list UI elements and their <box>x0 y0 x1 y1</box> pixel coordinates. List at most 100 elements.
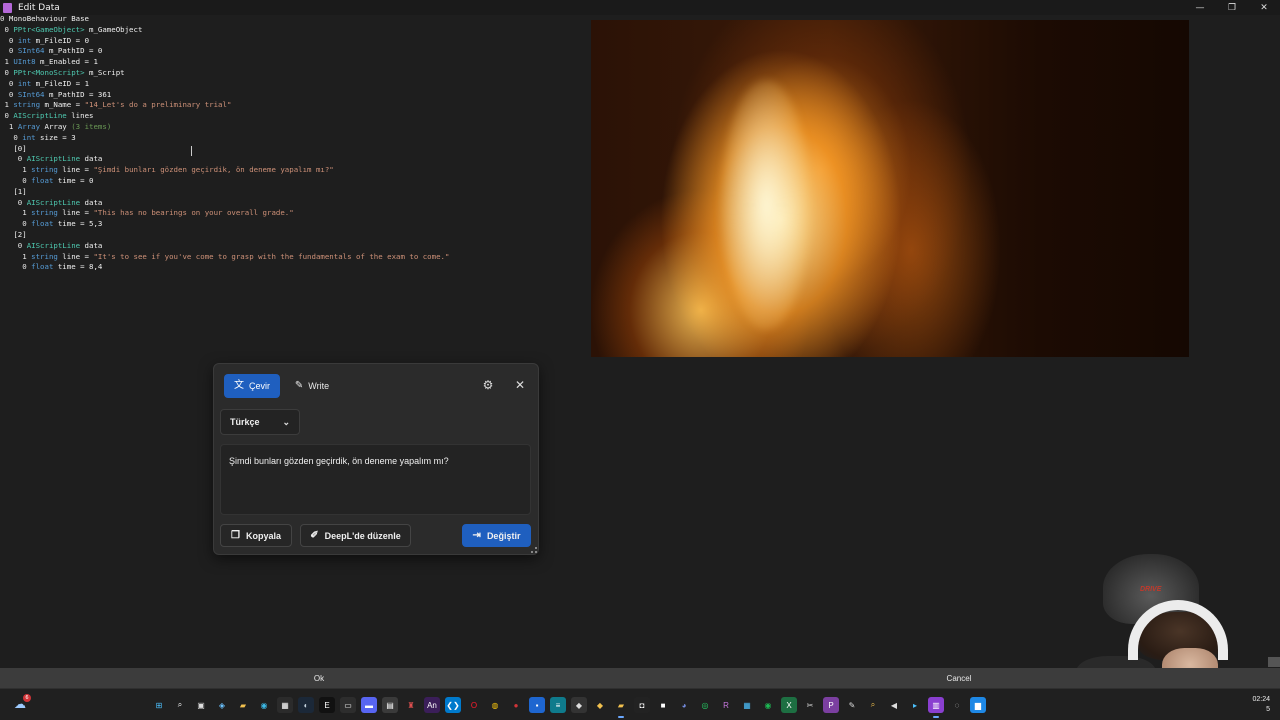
tree-row[interactable]: 0 float time = 0 <box>0 176 560 187</box>
translation-result[interactable]: Şimdi bunları gözden geçirdik, ön deneme… <box>220 444 531 515</box>
replace-button[interactable]: ⇥ Değiştir <box>462 524 531 547</box>
whatsapp-icon[interactable]: ◎ <box>697 697 713 713</box>
tree-row[interactable]: 0 AIScriptLine data <box>0 154 560 165</box>
taskbar-apps: ⊞ ⌕ ▣ ◈ ▰ ◉ ▦ ◐ E ▭ ▬ ▤ ♜ An ❮❯ O ◍ ● ▪ ≡ ◆ ◆ ▰ ◘ ■ ◕ ◎ R ▦ ◉ X ✂ P ✎ ⌕ ◀ ▸ ▥… <box>151 697 986 718</box>
tree-row[interactable]: 0 PPtr<GameObject> m_GameObject <box>0 25 560 36</box>
tree-row[interactable]: 0 float time = 5,3 <box>0 219 560 230</box>
folder-icon[interactable]: ▰ <box>613 697 629 718</box>
tree-token-type: AIScriptLine <box>26 240 81 250</box>
tree-row[interactable]: 0 AIScriptLine data <box>0 198 560 209</box>
vscode-icon[interactable]: ❮❯ <box>445 697 461 713</box>
ok-button[interactable]: Ok <box>0 668 638 688</box>
tree-token-fname: line = <box>57 251 94 261</box>
tree-token-cnt: (3 items) <box>71 121 112 131</box>
tree-row[interactable]: 0 float time = 8,4 <box>0 262 560 273</box>
maximize-button[interactable]: ❐ <box>1216 0 1248 15</box>
tree-token-num: 1 <box>0 57 14 67</box>
tree-token-fname: lines <box>66 111 94 121</box>
tree-token-num: 1 <box>0 100 14 110</box>
task-view-icon[interactable]: ▣ <box>193 697 209 713</box>
app-p-icon[interactable]: P <box>823 697 839 713</box>
tree-row[interactable]: 0 PPtr<MonoScript> m_Script <box>0 68 560 79</box>
tree-row[interactable]: [0] <box>0 144 560 155</box>
close-popup-icon[interactable]: ✕ <box>513 378 527 392</box>
tree-row[interactable]: 0 SInt64 m_PathID = 0 <box>0 46 560 57</box>
chrome-icon[interactable]: ◍ <box>487 697 503 713</box>
tree-token-fname: m_FileID = 0 <box>31 35 90 45</box>
magnifier-icon[interactable]: ⌕ <box>865 697 881 713</box>
tree-row[interactable]: 1 string m_Name = "14_Let's do a prelimi… <box>0 100 560 111</box>
tree-row[interactable]: 0 int size = 3 <box>0 133 560 144</box>
back-icon[interactable]: ◀ <box>886 697 902 713</box>
photos-icon[interactable]: ◘ <box>634 697 650 713</box>
edge-icon[interactable]: ◉ <box>256 697 272 713</box>
paint-icon[interactable]: ■ <box>655 697 671 713</box>
pin-icon[interactable]: ● <box>508 697 524 713</box>
widgets-icon[interactable]: ◈ <box>214 697 230 713</box>
tree-token-num: 1 <box>0 251 32 261</box>
snipping-icon[interactable]: ✎ <box>844 697 860 713</box>
asset-data-tree[interactable]: 0 MonoBehaviour Base 0 PPtr<GameObject> … <box>0 14 560 273</box>
tree-token-kw: string <box>31 208 58 218</box>
tree-row[interactable]: 0 int m_FileID = 0 <box>0 36 560 47</box>
tree-row[interactable]: 1 string line = "It's to see if you've c… <box>0 252 560 263</box>
tree-row[interactable]: 0 SInt64 m_PathID = 361 <box>0 90 560 101</box>
clock-date: 5 <box>1266 706 1270 713</box>
tree-token-type: AIScriptLine <box>13 111 67 121</box>
edit-in-deepl-button[interactable]: ✐ DeepL'de düzenle <box>300 524 411 547</box>
tree-row[interactable]: 1 Array Array (3 items) <box>0 122 560 133</box>
app-spiral-icon[interactable]: ◌ <box>949 697 965 713</box>
tree-row[interactable]: 1 UInt8 m_Enabled = 1 <box>0 57 560 68</box>
tree-row[interactable]: 0 MonoBehaviour Base <box>0 14 560 25</box>
resize-grip-icon[interactable] <box>531 547 537 553</box>
tree-token-fname: m_GameObject <box>84 24 143 34</box>
app-blue2-icon[interactable]: ▆ <box>970 697 986 713</box>
tab-translate[interactable]: 文 Çevir <box>224 374 280 398</box>
tree-row[interactable]: 0 int m_FileID = 1 <box>0 79 560 90</box>
tree-row[interactable]: 0 AIScriptLine lines <box>0 111 560 122</box>
clock-time: 02:24 <box>1252 696 1270 703</box>
app-grid-icon[interactable]: ▦ <box>739 697 755 713</box>
tab-write[interactable]: ✎ Write <box>284 374 340 398</box>
spotify-icon[interactable]: ◉ <box>760 697 776 713</box>
shield-icon[interactable]: ◆ <box>592 697 608 713</box>
app-dark-icon[interactable]: ◆ <box>571 697 587 713</box>
epic-icon[interactable]: E <box>319 697 335 713</box>
tree-row[interactable]: 1 string line = "This has no bearings on… <box>0 208 560 219</box>
app-teal-icon[interactable]: ≡ <box>550 697 566 713</box>
system-clock[interactable]: 02:24 5 <box>1252 695 1270 715</box>
excel-icon[interactable]: X <box>781 697 797 713</box>
tree-token-fname: m_Script <box>84 67 125 77</box>
file-explorer-icon[interactable]: ▰ <box>235 697 251 713</box>
editdata-icon[interactable]: ▥ <box>928 697 944 718</box>
store-icon[interactable]: ▦ <box>277 697 293 713</box>
tree-row[interactable]: 0 AIScriptLine data <box>0 241 560 252</box>
tree-row[interactable]: [2] <box>0 230 560 241</box>
steam-icon[interactable]: ◐ <box>298 697 314 713</box>
animate-icon[interactable]: An <box>424 697 440 713</box>
terminal-icon[interactable]: ▭ <box>340 697 356 713</box>
notepad-icon[interactable]: ▤ <box>382 697 398 713</box>
copy-button[interactable]: ❐ Kopyala <box>220 524 292 547</box>
tree-row[interactable]: 1 string line = "Şimdi bunları gözden ge… <box>0 165 560 176</box>
tree-token-fname: m_PathID = 361 <box>44 89 112 99</box>
start-icon[interactable]: ⊞ <box>151 697 167 713</box>
cancel-button[interactable]: Cancel <box>640 668 1278 688</box>
tree-token-str: "It's to see if you've come to grasp wit… <box>93 251 450 261</box>
search-icon[interactable]: ⌕ <box>172 697 188 713</box>
app-k-icon[interactable]: ✂ <box>802 697 818 713</box>
app-r-icon[interactable]: R <box>718 697 734 713</box>
opera-icon[interactable]: O <box>466 697 482 713</box>
settings-gear-icon[interactable]: ⚙ <box>481 378 495 392</box>
discord-icon[interactable]: ◕ <box>676 697 692 713</box>
close-window-button[interactable]: ✕ <box>1248 0 1280 15</box>
minimize-button[interactable]: — <box>1184 0 1216 15</box>
target-language-select[interactable]: Türkçe ⌄ <box>220 409 300 435</box>
app-arrow-icon[interactable]: ▸ <box>907 697 923 713</box>
replace-icon: ⇥ <box>472 529 481 541</box>
tree-token-fname: time = 8,4 <box>53 262 103 272</box>
app-blue-icon[interactable]: ▪ <box>529 697 545 713</box>
chat-icon[interactable]: ▬ <box>361 697 377 713</box>
game-icon[interactable]: ♜ <box>403 697 419 713</box>
tree-row[interactable]: [1] <box>0 187 560 198</box>
